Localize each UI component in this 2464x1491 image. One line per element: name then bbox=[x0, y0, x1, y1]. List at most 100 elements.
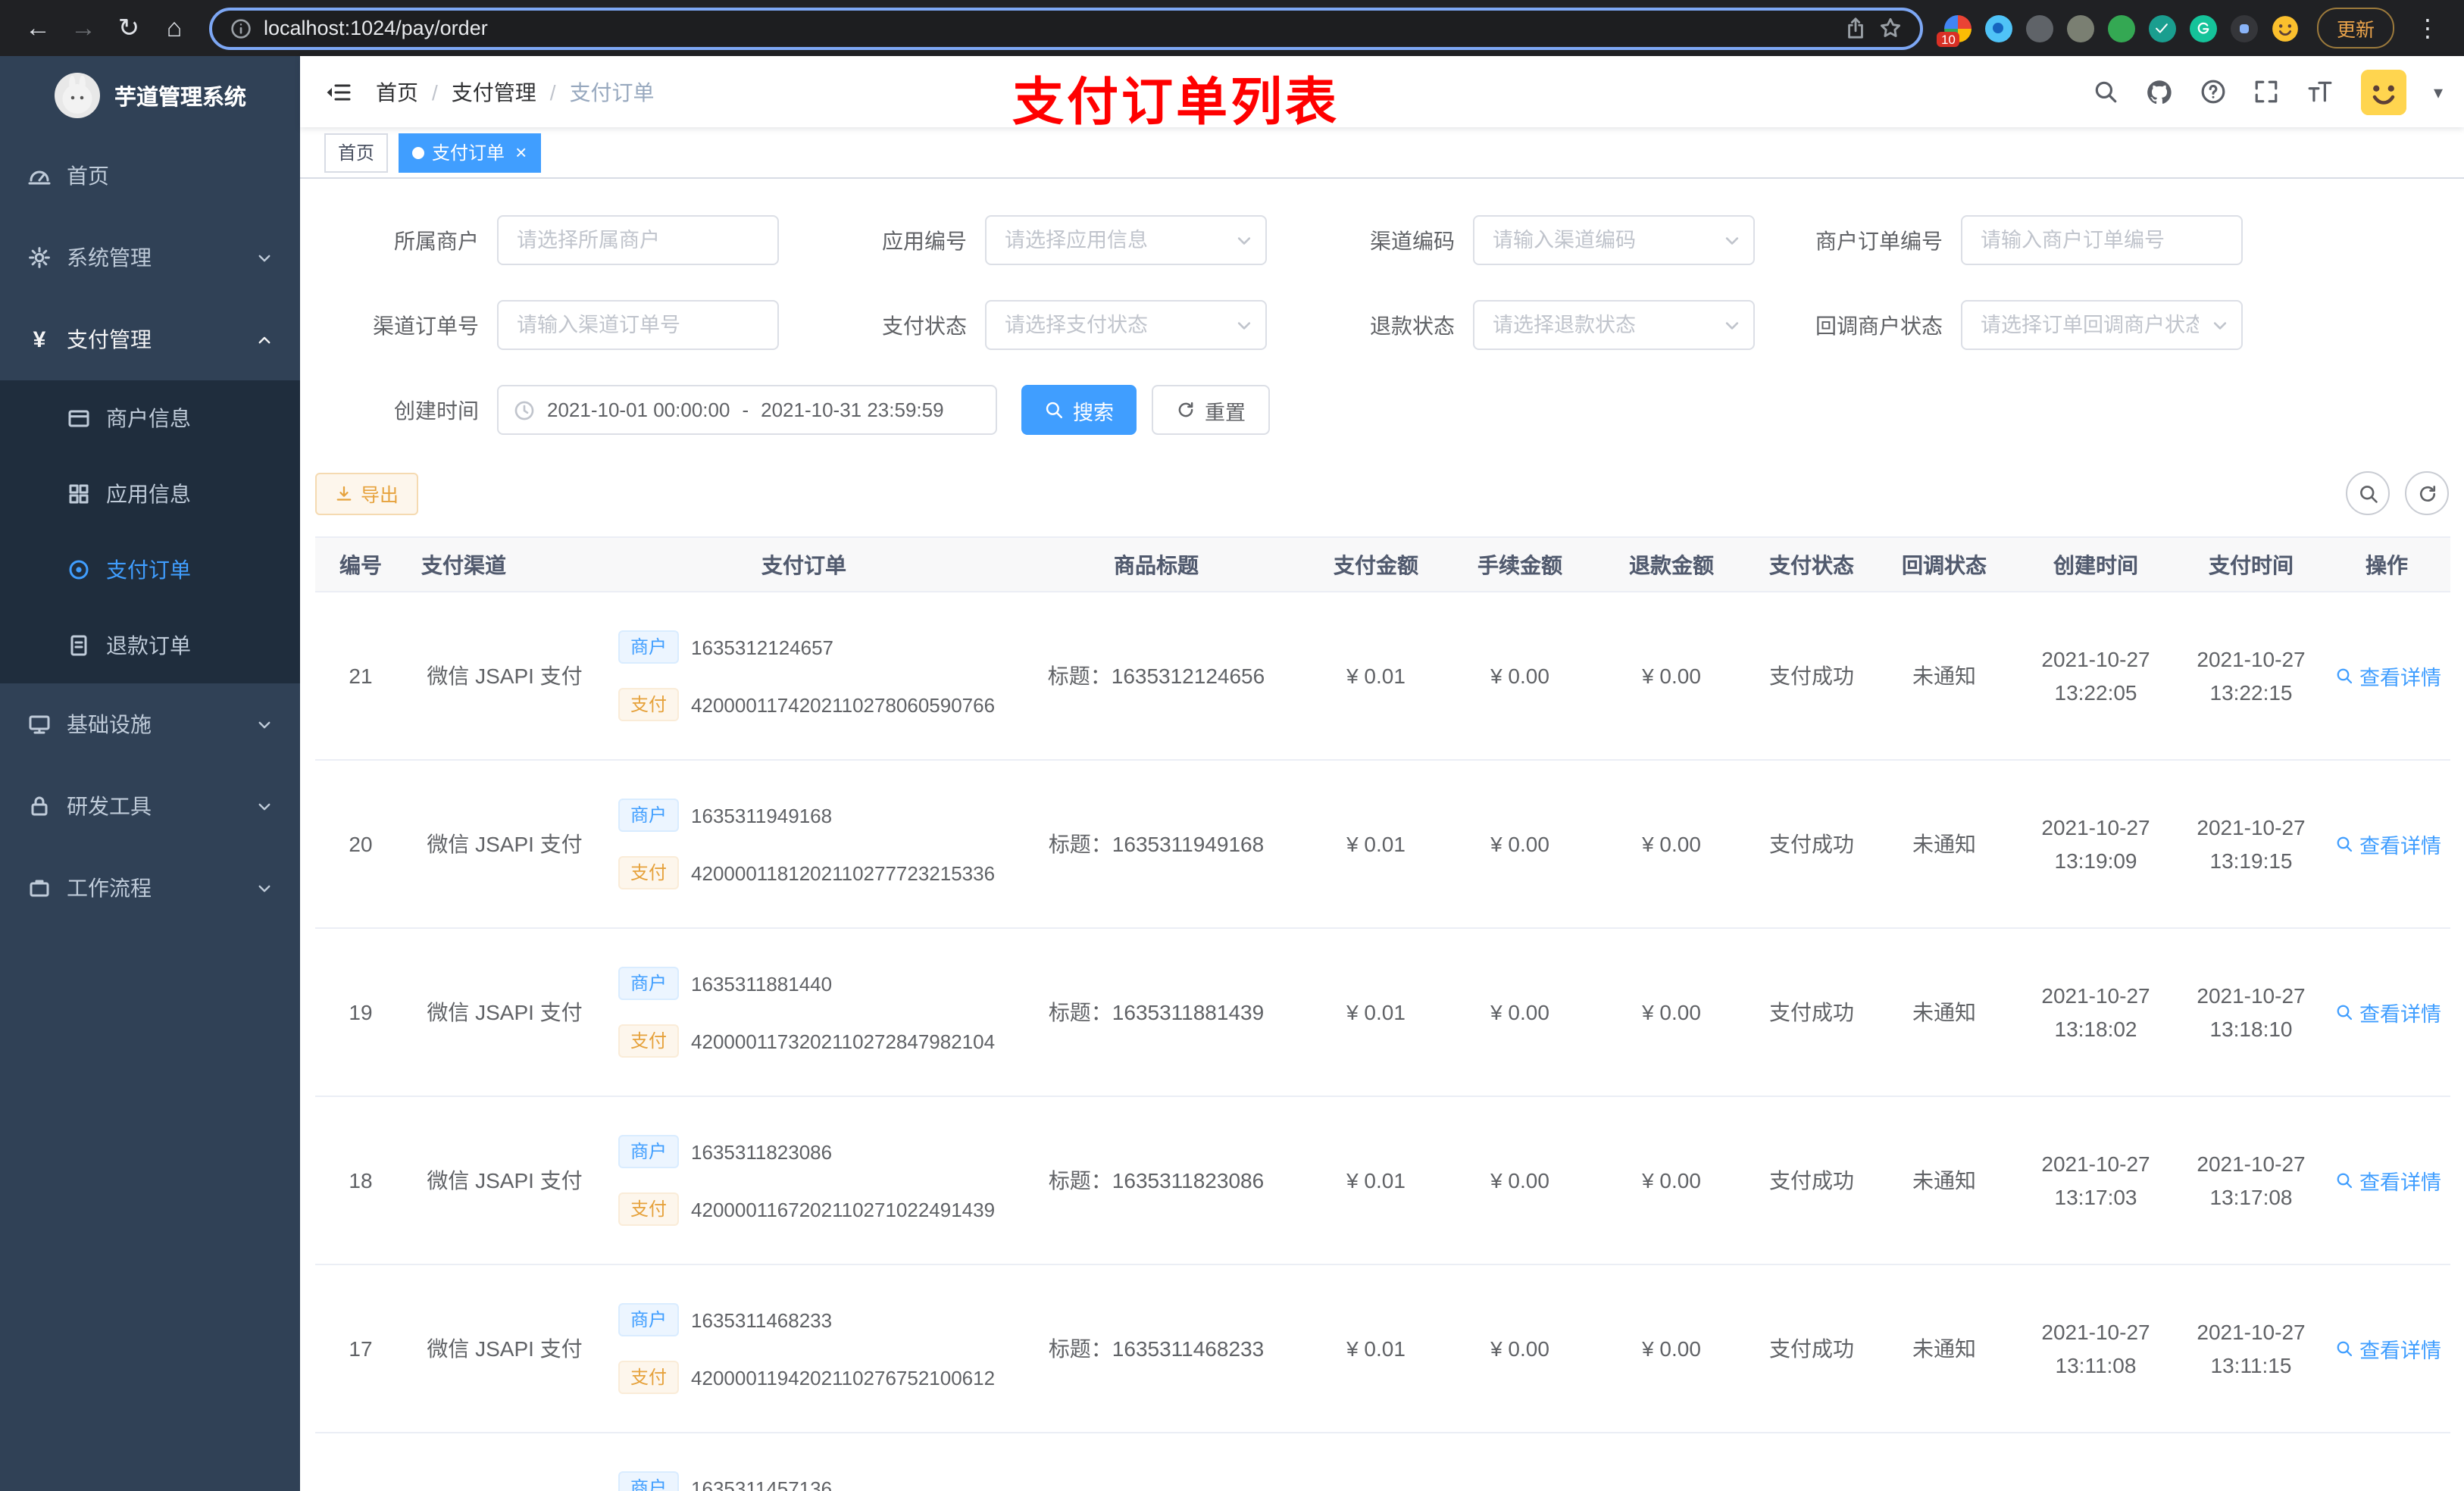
date-end[interactable]: 2021-10-31 23:59:59 bbox=[761, 399, 943, 421]
search-button[interactable]: 搜索 bbox=[1021, 385, 1137, 435]
tab-close-icon[interactable]: × bbox=[515, 141, 527, 164]
share-icon[interactable] bbox=[1844, 17, 1867, 39]
extension-icon[interactable] bbox=[2230, 14, 2258, 42]
sidebar-item-system[interactable]: 系统管理 bbox=[0, 217, 300, 299]
refund-status-select[interactable] bbox=[1473, 300, 1755, 350]
orders-table: 编号 支付渠道 支付订单 商品标题 支付金额 手续金额 退款金额 支付状态 回调… bbox=[315, 536, 2450, 1491]
logo-avatar bbox=[54, 73, 99, 118]
filter-field-create-time: 创建时间 2021-10-01 00:00:00 - 2021-10-31 23… bbox=[315, 385, 997, 435]
pay-order-no: 4200001173202110272847982104 bbox=[691, 1030, 996, 1052]
cell-order: 商户 1635311457136 支付 bbox=[603, 1433, 1005, 1491]
merchant-order-no: 1635311949168 bbox=[691, 804, 833, 827]
sidebar-item-refund-order[interactable]: 退款订单 bbox=[0, 608, 300, 683]
filter-field-notify-status: 回调商户状态 bbox=[1779, 300, 2267, 350]
extension-check-icon[interactable] bbox=[2148, 14, 2176, 42]
user-avatar[interactable] bbox=[2360, 69, 2406, 114]
channel-code-select[interactable] bbox=[1473, 215, 1755, 265]
view-detail-link[interactable]: 查看详情 bbox=[2335, 661, 2441, 691]
cell-id: 20 bbox=[315, 760, 406, 929]
reset-button[interactable]: 重置 bbox=[1152, 385, 1270, 435]
sidebar-item-infra[interactable]: 基础设施 bbox=[0, 683, 300, 765]
breadcrumb-section[interactable]: 支付管理 bbox=[452, 77, 536, 107]
download-icon bbox=[336, 485, 352, 500]
sidebar-item-label: 支付管理 bbox=[67, 327, 152, 352]
cell-fee-amount: ¥ 0.00 bbox=[1444, 1264, 1596, 1433]
merchant-order-no-input[interactable] bbox=[1961, 215, 2243, 265]
address-bar[interactable]: localhost:1024/pay/order bbox=[209, 7, 1923, 49]
home-icon[interactable]: ⌂ bbox=[152, 13, 197, 43]
sidebar-item-merchant-info[interactable]: 商户信息 bbox=[0, 380, 300, 456]
github-icon[interactable] bbox=[2146, 78, 2173, 105]
view-detail-link[interactable]: 查看详情 bbox=[2335, 1333, 2441, 1364]
toggle-search-button[interactable] bbox=[2346, 471, 2390, 515]
back-icon[interactable]: ← bbox=[15, 13, 61, 43]
notify-status-select[interactable] bbox=[1961, 300, 2243, 350]
sidebar-item-pay-order[interactable]: 支付订单 bbox=[0, 532, 300, 608]
cell-pay-status: 支付成功 bbox=[1747, 1264, 1876, 1433]
date-start[interactable]: 2021-10-01 00:00:00 bbox=[547, 399, 730, 421]
extension-smiley-icon[interactable] bbox=[2272, 14, 2299, 42]
extension-icon[interactable]: 10 bbox=[1936, 14, 1972, 46]
pay-status-select[interactable] bbox=[985, 300, 1267, 350]
filter-field-channel-code: 渠道编码 bbox=[1291, 215, 1779, 265]
active-tab-dot bbox=[412, 146, 425, 158]
cell-id: 19 bbox=[315, 928, 406, 1097]
forward-icon[interactable]: → bbox=[61, 13, 106, 43]
column-header: 支付时间 bbox=[2179, 536, 2323, 592]
view-detail-link[interactable]: 查看详情 bbox=[2335, 829, 2441, 859]
sidebar-item-app-info[interactable]: 应用信息 bbox=[0, 456, 300, 532]
view-detail-link[interactable]: 查看详情 bbox=[2335, 997, 2441, 1027]
breadcrumb-home[interactable]: 首页 bbox=[376, 77, 418, 107]
sidebar-item-home[interactable]: 首页 bbox=[0, 135, 300, 217]
user-menu-caret-icon[interactable]: ▾ bbox=[2434, 81, 2443, 102]
cell-refund-amount: ¥ 0.00 bbox=[1596, 592, 1747, 761]
table-row: 18 微信 JSAPI 支付 商户 1635311823086 支付 42000… bbox=[315, 1096, 2450, 1265]
extension-icon[interactable] bbox=[2025, 14, 2053, 42]
extension-icon[interactable] bbox=[1984, 14, 2012, 42]
dashboard-icon bbox=[28, 170, 51, 185]
merchant-badge: 商户 bbox=[618, 1471, 680, 1491]
extension-icon[interactable] bbox=[2066, 14, 2094, 42]
export-button[interactable]: 导出 bbox=[315, 472, 419, 514]
site-info-icon[interactable] bbox=[230, 17, 252, 39]
merchant-order-no: 1635311823086 bbox=[691, 1140, 833, 1163]
sidebar-toggle-icon[interactable] bbox=[324, 80, 352, 104]
filter-field-pay-status: 支付状态 bbox=[803, 300, 1291, 350]
fullscreen-icon[interactable] bbox=[2253, 79, 2279, 105]
refresh-table-button[interactable] bbox=[2405, 471, 2449, 515]
cell-id: 17 bbox=[315, 1264, 406, 1433]
column-header: 支付订单 bbox=[603, 536, 1005, 592]
browser-menu-icon[interactable]: ⋮ bbox=[2406, 13, 2449, 43]
pay-badge: 支付 bbox=[618, 1024, 680, 1058]
merchant-order-no: 1635311468233 bbox=[691, 1308, 833, 1331]
sidebar-item-devtools[interactable]: 研发工具 bbox=[0, 765, 300, 847]
browser-update-button[interactable]: 更新 bbox=[2316, 8, 2394, 48]
search-icon[interactable] bbox=[2093, 79, 2118, 105]
channel-order-no-input[interactable] bbox=[497, 300, 779, 350]
tab-home[interactable]: 首页 bbox=[324, 133, 389, 172]
extension-g-icon[interactable] bbox=[2189, 14, 2217, 42]
search-icon bbox=[2337, 1173, 2353, 1189]
font-size-icon[interactable] bbox=[2306, 79, 2334, 105]
sidebar-item-payment[interactable]: ¥ 支付管理 bbox=[0, 299, 300, 380]
url-text[interactable]: localhost:1024/pay/order bbox=[264, 17, 1832, 39]
sidebar-item-workflow[interactable]: 工作流程 bbox=[0, 847, 300, 929]
document-icon bbox=[70, 635, 87, 656]
bookmark-star-icon[interactable] bbox=[1879, 17, 1902, 39]
monitor-icon bbox=[29, 715, 50, 734]
extension-badge: 10 bbox=[1936, 31, 1960, 46]
reload-icon[interactable]: ↻ bbox=[106, 13, 152, 43]
yen-icon: ¥ bbox=[33, 327, 46, 352]
extension-icon[interactable] bbox=[2107, 14, 2135, 42]
filter-label: 支付状态 bbox=[882, 313, 967, 337]
cell-actions: 查看详情 bbox=[2323, 1433, 2450, 1491]
app-select[interactable] bbox=[985, 215, 1267, 265]
view-detail-link[interactable]: 查看详情 bbox=[2335, 1165, 2441, 1196]
cell-title: 标题：1635311823086 bbox=[1005, 1096, 1308, 1265]
date-range-input[interactable]: 2021-10-01 00:00:00 - 2021-10-31 23:59:5… bbox=[497, 385, 997, 435]
app-logo[interactable]: 芋道管理系统 bbox=[0, 56, 300, 135]
cell-create-time bbox=[2012, 1433, 2179, 1491]
tab-pay-order[interactable]: 支付订单 × bbox=[399, 133, 541, 172]
merchant-input[interactable] bbox=[497, 215, 779, 265]
help-icon[interactable] bbox=[2200, 79, 2226, 105]
